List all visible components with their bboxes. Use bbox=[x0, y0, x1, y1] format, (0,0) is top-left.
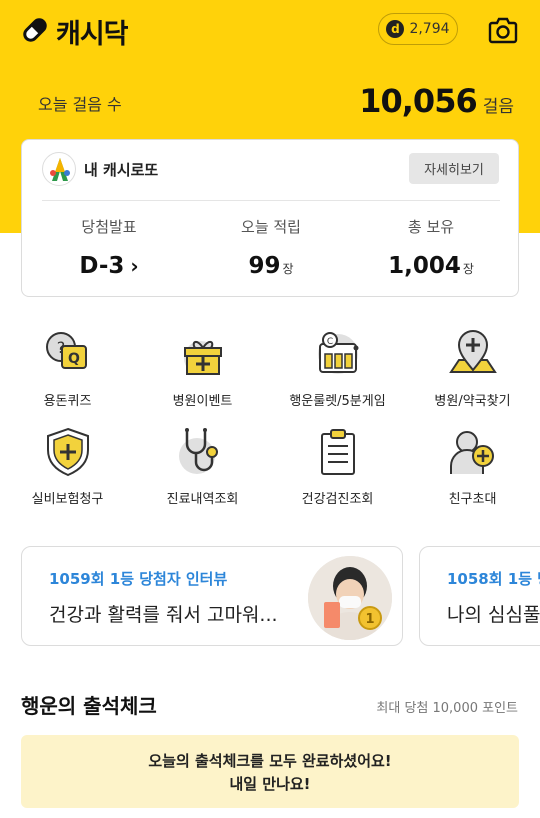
pill-logo-icon bbox=[20, 15, 50, 49]
menu-item-health-checkup[interactable]: 건강검진조회 bbox=[270, 424, 405, 507]
stat-unit: 장 bbox=[282, 262, 294, 276]
steps-label: 오늘 걸음 수 bbox=[38, 95, 122, 114]
shield-icon bbox=[40, 424, 96, 480]
app-logo[interactable]: 캐시닥 bbox=[20, 12, 129, 51]
stat-number: D-3 bbox=[79, 253, 125, 279]
menu-label: 병원이벤트 bbox=[172, 394, 233, 409]
invite-friend-icon bbox=[445, 424, 501, 480]
menu-item-invite-friend[interactable]: 친구초대 bbox=[405, 424, 540, 507]
stat-value: 1,004 장 bbox=[356, 253, 506, 279]
stat-value: 99 장 bbox=[196, 253, 346, 279]
stat-number: 99 bbox=[248, 253, 281, 279]
menu-item-hospital-event[interactable]: 병원이벤트 bbox=[135, 326, 270, 409]
svg-text:Q: Q bbox=[68, 351, 80, 367]
menu-item-insurance-claim[interactable]: 실비보험청구 bbox=[0, 424, 135, 507]
banner-title: 1059회 1등 당첨자 인터뷰 bbox=[49, 570, 228, 588]
stat-label: 오늘 적립 bbox=[241, 218, 301, 236]
attendance-subtitle: 최대 당첨 10,000 포인트 bbox=[376, 701, 518, 716]
menu-label: 용돈퀴즈 bbox=[43, 394, 92, 409]
stat-value: D-3 › bbox=[34, 253, 184, 279]
stat-announcement[interactable]: 당첨발표 D-3 › bbox=[34, 216, 184, 279]
stat-label: 총 보유 bbox=[407, 218, 455, 236]
cash-lotto-card: 내 캐시로또 자세히보기 당첨발표 D-3 › 오늘 적립 99 장 총 보유 … bbox=[21, 139, 519, 297]
stat-unit: 장 bbox=[462, 262, 474, 276]
lotto-title: 내 캐시로또 bbox=[84, 161, 159, 179]
app-title: 캐시닥 bbox=[56, 19, 129, 50]
menu-label: 친구초대 bbox=[448, 492, 497, 507]
banner-text: 건강과 활력를 줘서 고마워... bbox=[49, 604, 278, 626]
banner-title: 1058회 1등 당 bbox=[447, 570, 540, 588]
chevron-right-icon: › bbox=[130, 254, 139, 278]
points-value: 2,794 bbox=[409, 21, 450, 37]
steps-value: 10,056 bbox=[359, 82, 477, 120]
menu-item-roulette[interactable]: C 행운룰렛/5분게임 bbox=[270, 326, 405, 409]
app-header: 캐시닥 d 2,794 bbox=[0, 0, 540, 62]
attendance-title: 행운의 출석체크 bbox=[21, 694, 157, 718]
menu-label: 실비보험청구 bbox=[31, 492, 104, 507]
stethoscope-icon bbox=[175, 424, 231, 480]
stat-label: 당첨발표 bbox=[81, 218, 137, 236]
attendance-notice: 오늘의 출석체크를 모두 완료하셨어요! 내일 만나요! bbox=[21, 735, 519, 808]
quiz-icon: ? Q bbox=[40, 326, 96, 382]
menu-label: 건강검진조회 bbox=[301, 492, 374, 507]
banner-text: 나의 심심풀 bbox=[447, 604, 540, 626]
stat-number: 1,004 bbox=[388, 253, 461, 279]
winner-interview-banner[interactable]: 1059회 1등 당첨자 인터뷰 건강과 활력를 줘서 고마워... 1 bbox=[21, 546, 403, 646]
roulette-icon: C bbox=[310, 326, 366, 382]
menu-item-find-hospital[interactable]: 병원/약국찾기 bbox=[405, 326, 540, 409]
menu-label: 행운룰렛/5분게임 bbox=[289, 394, 386, 409]
notice-line-1: 오늘의 출석체크를 모두 완료하셨어요! bbox=[148, 751, 392, 770]
steps-counter: 10,056 걸음 bbox=[359, 82, 514, 120]
winner-interview-banner-next[interactable]: 1058회 1등 당 나의 심심풀 bbox=[419, 546, 540, 646]
stat-today-earned: 오늘 적립 99 장 bbox=[196, 216, 346, 279]
points-badge[interactable]: d 2,794 bbox=[378, 13, 458, 45]
winner-photo: 1 bbox=[308, 556, 392, 640]
detail-button[interactable]: 자세히보기 bbox=[409, 153, 499, 184]
map-pin-icon bbox=[445, 326, 501, 382]
gift-icon bbox=[175, 326, 231, 382]
stat-total-owned: 총 보유 1,004 장 bbox=[356, 216, 506, 279]
svg-text:1: 1 bbox=[365, 612, 374, 627]
notice-line-2: 내일 만나요! bbox=[229, 774, 311, 793]
steps-unit: 걸음 bbox=[482, 97, 514, 117]
menu-label: 진료내역조회 bbox=[166, 492, 239, 507]
clipboard-icon bbox=[310, 424, 366, 480]
menu-label: 병원/약국찾기 bbox=[434, 394, 511, 409]
camera-icon[interactable] bbox=[488, 16, 518, 44]
lotto-icon bbox=[42, 152, 76, 186]
svg-text:C: C bbox=[326, 337, 332, 347]
menu-item-medical-history[interactable]: 진료내역조회 bbox=[135, 424, 270, 507]
coin-icon: d bbox=[386, 20, 405, 38]
card-divider bbox=[42, 200, 500, 201]
menu-item-quiz[interactable]: ? Q 용돈퀴즈 bbox=[0, 326, 135, 409]
